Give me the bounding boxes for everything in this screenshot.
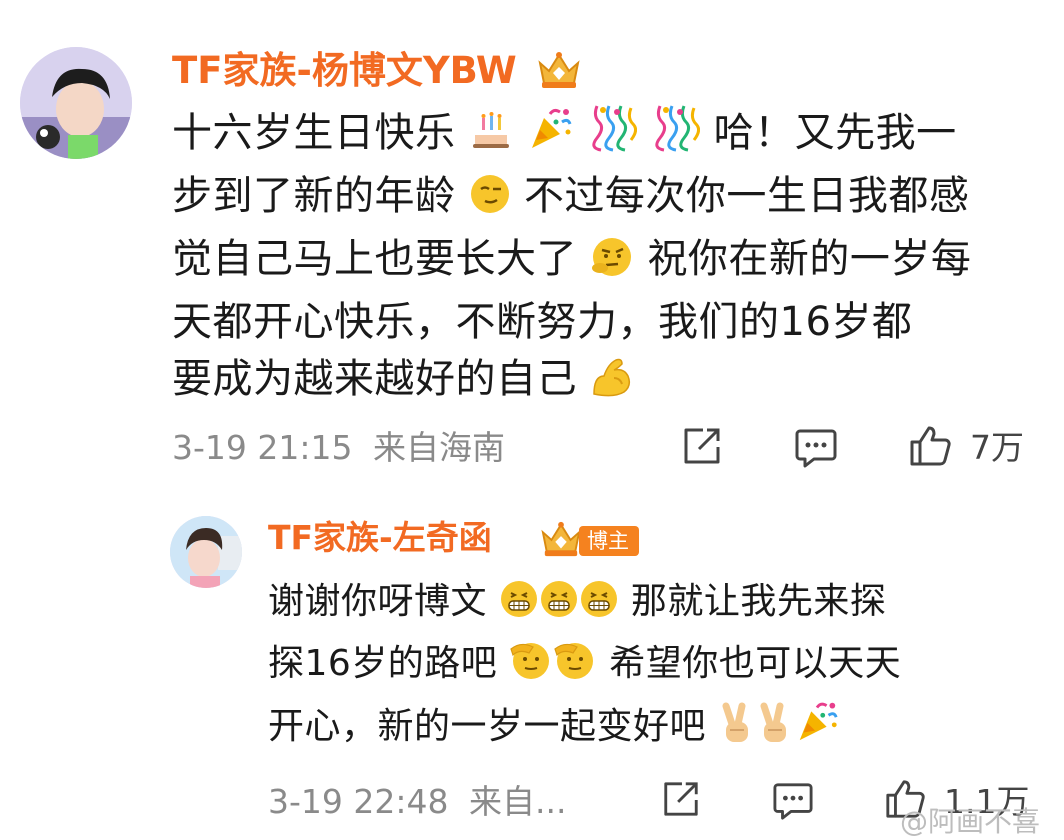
reply-line: 开心，新的一岁一起变好吧	[268, 698, 1048, 761]
blogger-badge: 博主	[537, 519, 639, 563]
comment-line: 十六岁生日快乐 哈！又先我一	[172, 104, 1042, 168]
reply-text-segment: 开心，新的一岁一起变好吧	[268, 706, 707, 747]
salute-emoji	[509, 639, 553, 698]
reply-username[interactable]: TF家族-左奇函	[268, 515, 492, 561]
comment-meta: 3-19 21:15 来自海南	[172, 426, 505, 470]
comment-line: 觉自己马上也要长大了 祝你在新的一岁每	[172, 231, 1042, 294]
reply-text-segment: 谢谢你呀博文	[268, 581, 488, 622]
salute-emoji	[553, 639, 597, 698]
like-icon[interactable]	[908, 424, 952, 468]
cake-emoji	[469, 108, 513, 168]
reply-text-segment: 那就让我先来探	[630, 581, 887, 622]
comment-text-segment: 哈！又先我一	[713, 110, 957, 156]
party-popper-emoji	[794, 698, 840, 761]
comment-line: 天都开心快乐，不断努力，我们的16岁都	[172, 294, 1042, 351]
comment-text-segment: 不过每次你一生日我都感	[523, 173, 970, 219]
flexed-biceps-emoji	[590, 354, 634, 414]
reply-location: 来自...	[469, 782, 567, 821]
comment-text-segment: 觉自己马上也要长大了	[172, 236, 577, 282]
crown-badge-icon	[534, 49, 584, 95]
share-icon[interactable]	[681, 425, 723, 467]
reply-text-segment: 探16岁的路吧	[268, 643, 498, 684]
comment-body: 十六岁生日快乐 哈！又先我一 步到了新的年龄 不过每次你一生日我都感 觉自己马上…	[172, 104, 1042, 414]
comment-text-segment: 步到了新的年龄	[172, 173, 456, 219]
reply-line: 谢谢你呀博文 那就让我先来探	[268, 574, 1048, 636]
reply-text-segment: 希望你也可以天天	[609, 643, 902, 684]
comment-username[interactable]: TF家族-杨博文YBW	[172, 46, 517, 96]
party-popper-emoji	[526, 104, 574, 168]
comment-text-segment: 祝你在新的一岁每	[647, 236, 972, 282]
blogger-tag: 博主	[579, 526, 639, 556]
reply-meta: 3-19 22:48 来自...	[268, 780, 566, 824]
watermark: @阿画不喜	[900, 800, 1060, 840]
grin-emoji	[499, 579, 539, 636]
username-text: TF家族-左奇函	[268, 518, 492, 557]
comment-text-segment: 十六岁生日快乐	[172, 110, 456, 156]
comment-icon[interactable]	[794, 426, 838, 468]
comment-location: 来自海南	[373, 428, 505, 467]
username-text: TF家族-杨博文YBW	[172, 49, 517, 92]
comment-icon[interactable]	[772, 780, 814, 820]
victory-hand-emoji	[718, 702, 756, 761]
grin-emoji	[579, 579, 619, 636]
confetti-emoji	[587, 104, 638, 168]
crown-badge-icon	[537, 519, 585, 563]
comment-line: 要成为越来越好的自己	[172, 351, 1042, 414]
watermark-text: @阿画不喜	[900, 805, 1041, 838]
comment-line: 步到了新的年龄 不过每次你一生日我都感	[172, 168, 1042, 231]
thinking-emoji	[590, 236, 634, 294]
reply-body: 谢谢你呀博文 那就让我先来探 探16岁的路吧 希望你也可以天天 开心，新的一岁一…	[268, 574, 1048, 761]
avatar[interactable]	[170, 516, 242, 588]
victory-hand-emoji	[756, 702, 794, 761]
reply-timestamp: 3-19 22:48	[268, 782, 449, 821]
reply-line: 探16岁的路吧 希望你也可以天天	[268, 636, 1048, 698]
wink-emoji	[469, 173, 511, 231]
comment-timestamp: 3-19 21:15	[172, 428, 353, 467]
share-icon[interactable]	[661, 779, 701, 819]
grin-emoji	[539, 579, 579, 636]
avatar[interactable]	[20, 47, 132, 159]
like-count: 7万	[970, 428, 1024, 467]
comment-text-segment: 要成为越来越好的自己	[172, 356, 577, 402]
comment-text-segment: 天都开心快乐，不断努力，我们的16岁都	[172, 299, 913, 345]
confetti-emoji	[650, 104, 701, 168]
